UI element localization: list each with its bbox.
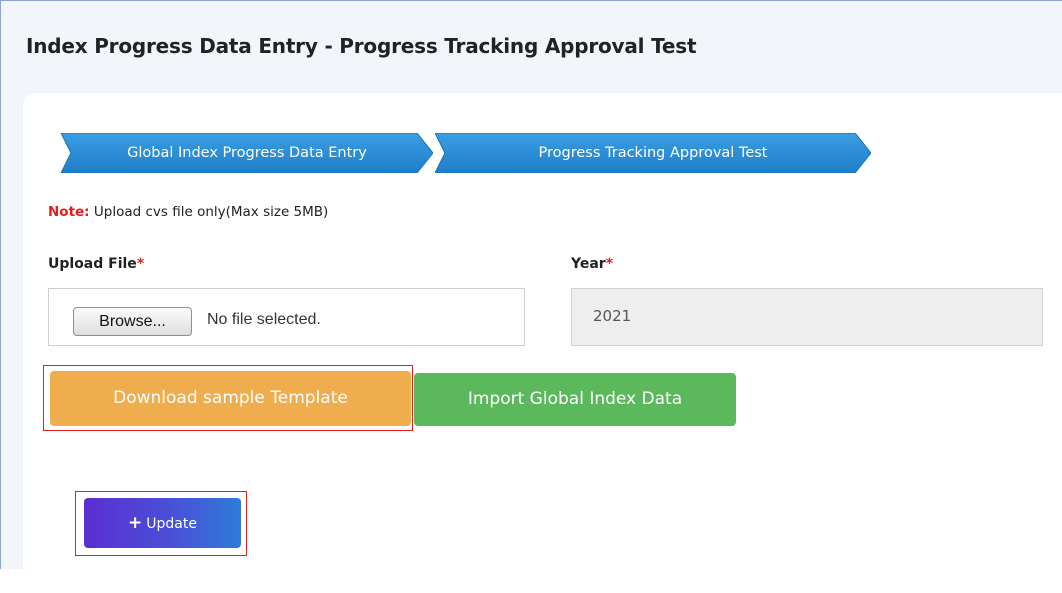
- note-text: Upload cvs file only(Max size 5MB): [89, 204, 329, 220]
- breadcrumb-item-global-index[interactable]: Global Index Progress Data Entry: [61, 133, 433, 173]
- app-frame: Index Progress Data Entry - Progress Tra…: [0, 0, 1062, 593]
- file-input[interactable]: Browse... No file selected.: [48, 288, 525, 346]
- page-title: Index Progress Data Entry - Progress Tra…: [26, 34, 697, 58]
- plus-icon: +: [128, 513, 143, 533]
- upload-file-label: Upload File*: [48, 256, 144, 272]
- required-marker: *: [605, 256, 614, 272]
- upload-note: Note: Upload cvs file only(Max size 5MB): [48, 204, 328, 220]
- browse-button[interactable]: Browse...: [73, 307, 192, 336]
- upload-file-label-text: Upload File: [48, 256, 137, 272]
- year-value: 2021: [593, 307, 632, 325]
- breadcrumb-label: Progress Tracking Approval Test: [538, 145, 768, 161]
- breadcrumb-item-progress-tracking[interactable]: Progress Tracking Approval Test: [435, 133, 871, 173]
- import-global-index-button[interactable]: Import Global Index Data: [414, 373, 736, 426]
- download-template-button[interactable]: Download sample Template: [50, 371, 411, 426]
- year-label-text: Year: [571, 256, 606, 272]
- breadcrumb-label: Global Index Progress Data Entry: [127, 145, 367, 161]
- file-status-text: No file selected.: [207, 311, 321, 328]
- year-field: 2021: [571, 288, 1043, 346]
- note-label: Note:: [48, 204, 90, 220]
- year-label: Year*: [571, 256, 613, 272]
- update-label: Update: [146, 516, 197, 532]
- update-button[interactable]: + Update: [84, 498, 241, 548]
- required-marker: *: [136, 256, 145, 272]
